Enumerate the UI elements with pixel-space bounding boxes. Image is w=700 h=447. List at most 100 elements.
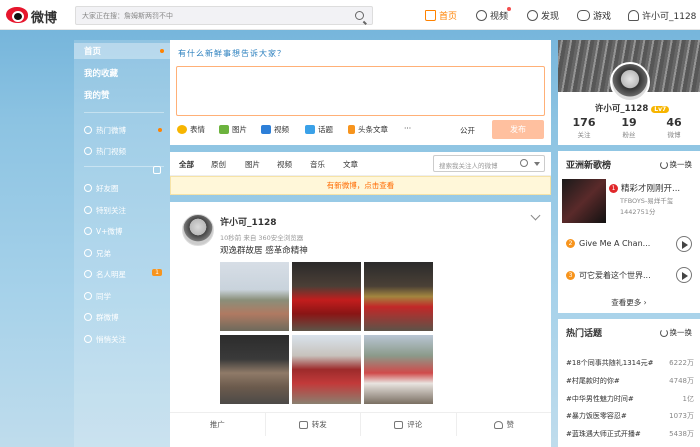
post-photo[interactable]	[220, 262, 289, 331]
sidebar-item-hot-weibo[interactable]: 热门微博	[84, 122, 168, 138]
avatar[interactable]	[182, 214, 214, 246]
sidebar-item-friends-circle[interactable]: 好友圈	[84, 180, 168, 196]
song-item[interactable]: 2 Give Me A Chan...	[566, 239, 650, 248]
tab-music[interactable]: 音乐	[310, 159, 325, 170]
search-icon[interactable]	[355, 11, 364, 20]
post-photo[interactable]	[220, 335, 289, 404]
image-button[interactable]: 图片	[219, 124, 247, 135]
stat-posts[interactable]: 46 微博	[654, 116, 694, 139]
unread-dot	[160, 49, 164, 53]
song-title: 精彩才刚刚开...	[621, 184, 681, 194]
tab-original[interactable]: 原创	[211, 159, 226, 170]
settings-gear-icon[interactable]	[153, 166, 161, 174]
feed-search-input[interactable]: 搜索我关注人的微博	[433, 155, 545, 172]
sidebar-item-label: 群微博	[96, 312, 119, 322]
nav-user[interactable]: 许小可_1128	[628, 8, 696, 22]
topic-item[interactable]: #中华男性魅力时间# 1亿	[566, 394, 694, 404]
publish-button[interactable]: 发布	[492, 120, 544, 139]
video-icon	[261, 125, 271, 134]
sidebar-item-favorites[interactable]: 我的收藏	[84, 65, 168, 81]
sidebar-item-label: 好友圈	[96, 183, 119, 193]
dot-icon	[84, 249, 92, 257]
compass-icon	[527, 9, 538, 21]
tab-articles[interactable]: 文章	[343, 159, 358, 170]
topic-button[interactable]: 话题	[305, 124, 333, 135]
video-new-dot	[507, 7, 511, 11]
post-photo[interactable]	[292, 262, 361, 331]
play-button[interactable]	[676, 267, 692, 283]
see-more-link[interactable]: 查看更多 ›	[558, 297, 700, 308]
sidebar-divider	[84, 166, 164, 167]
nav-discover[interactable]: 发现	[527, 8, 559, 22]
sidebar-item-secret-follow[interactable]: 悄悄关注	[84, 331, 168, 347]
nav-video[interactable]: 视频	[476, 7, 511, 22]
refresh-button[interactable]: 换一换	[659, 327, 692, 338]
new-posts-notice[interactable]: 有新微博，点击查看	[170, 176, 551, 195]
avatar[interactable]	[610, 62, 650, 102]
post-textarea[interactable]	[176, 66, 545, 116]
tab-videos[interactable]: 视频	[277, 159, 292, 170]
sidebar-item-likes[interactable]: 我的赞	[84, 87, 168, 103]
topic-name: #暴力饭医零容忍#	[566, 412, 627, 420]
user-icon	[628, 9, 639, 21]
article-button[interactable]: 头条文章	[348, 124, 388, 135]
tab-images[interactable]: 图片	[245, 159, 260, 170]
post-meta: 10秒前 来自 360安全浏览器	[220, 234, 304, 242]
comment-button[interactable]: 评论	[361, 413, 457, 436]
global-search-input[interactable]: 大家正在搜：詹姆斯两罚不中	[75, 6, 373, 25]
visibility-select[interactable]: 公开	[460, 125, 475, 136]
song-item[interactable]: 3 可它爱着这个世界...	[566, 270, 651, 281]
chevron-down-icon[interactable]	[534, 162, 540, 166]
topic-item[interactable]: #18个同事共随礼1314元# 6222万	[566, 358, 694, 368]
dot-icon	[84, 335, 92, 343]
promote-button[interactable]: 推广	[170, 413, 266, 436]
sidebar-item-vplus[interactable]: V+微博	[84, 223, 168, 239]
post-photo[interactable]	[364, 335, 433, 404]
repost-button[interactable]: 转发	[266, 413, 361, 436]
play-button[interactable]	[676, 236, 692, 252]
like-button[interactable]: 赞	[457, 413, 552, 436]
feed-post: 许小可_1128 10秒前 来自 360安全浏览器 观逸群故居 感革命精神 推广…	[170, 202, 551, 447]
sidebar-item-group-weibo[interactable]: 群微博	[84, 309, 168, 325]
stat-followers[interactable]: 19 粉丝	[609, 116, 649, 139]
topic-item[interactable]: #暴力饭医零容忍# 1073万	[566, 411, 694, 421]
refresh-button[interactable]: 换一换	[659, 159, 693, 170]
dot-icon	[84, 206, 92, 214]
tool-label: 头条文章	[358, 125, 388, 134]
post-username[interactable]: 许小可_1128	[220, 215, 277, 228]
sidebar-item-hot-video[interactable]: 热门视频	[84, 143, 168, 159]
post-actions: 推广 转发 评论 赞	[170, 412, 551, 436]
tool-label: 视频	[274, 125, 289, 134]
chevron-down-icon[interactable]	[530, 210, 541, 221]
topic-item[interactable]: #蓝珠遇大师正式开播# 5438万	[566, 429, 694, 439]
video-button[interactable]: 视频	[261, 124, 289, 135]
search-icon[interactable]	[520, 159, 528, 167]
profile-card: 许小可_1128 Lv7 176 关注 19 粉丝 46 微博	[558, 40, 700, 145]
refresh-label: 换一换	[669, 160, 693, 169]
topic-count: 1亿	[682, 395, 694, 403]
more-tools-button[interactable]: ···	[404, 124, 411, 133]
topic-item[interactable]: #村尾款时的你# 4748万	[566, 376, 694, 386]
sidebar-item-home[interactable]: 首页	[74, 43, 170, 59]
home-icon	[425, 9, 436, 21]
sidebar-item-brothers[interactable]: 兄弟	[84, 245, 168, 261]
unread-dot	[158, 128, 162, 132]
post-photo[interactable]	[364, 262, 433, 331]
topic-count: 5438万	[669, 430, 694, 438]
emoji-button[interactable]: 表情	[177, 124, 205, 135]
post-photo[interactable]	[292, 335, 361, 404]
stat-following[interactable]: 176 关注	[564, 116, 604, 139]
tab-all[interactable]: 全部	[179, 159, 194, 170]
dot-icon	[84, 227, 92, 235]
action-label: 推广	[209, 420, 225, 429]
song-item[interactable]: 1 精彩才刚刚开...	[609, 182, 680, 194]
sidebar-item-celebrities[interactable]: 名人明星 1	[84, 266, 168, 282]
nav-home[interactable]: 首页	[425, 8, 457, 22]
profile-name[interactable]: 许小可_1128 Lv7	[572, 102, 692, 114]
sidebar-item-special[interactable]: 特别关注	[84, 202, 168, 218]
album-cover[interactable]	[562, 179, 606, 223]
weibo-logo[interactable]: 微博	[6, 5, 66, 26]
nav-games[interactable]: 游戏	[577, 8, 611, 22]
sidebar-item-classmates[interactable]: 同学	[84, 288, 168, 304]
profile-name-text: 许小可_1128	[594, 104, 649, 114]
